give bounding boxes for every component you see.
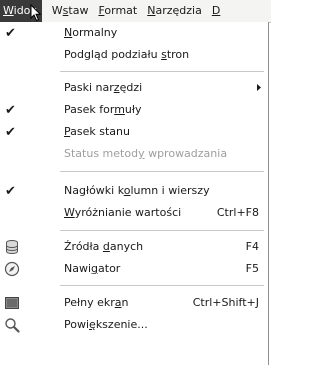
menu-format-label: ormat	[104, 4, 138, 17]
shortcut-label: Ctrl+Shift+J	[192, 296, 259, 309]
menu-item-pasek-formuly[interactable]: ✔ Pasek formuły	[0, 99, 268, 121]
menu-item-status-metody-wprowadzania: Status metody wprowadzania	[0, 143, 268, 165]
menu-dane-mnemonic: D	[211, 4, 221, 17]
menu-item-paski-narzedzi[interactable]: Paski narzędzi	[0, 77, 268, 99]
menu-narzedzia[interactable]: Narzędzia	[142, 0, 207, 22]
check-icon: ✔	[5, 125, 16, 140]
submenu-arrow-icon	[257, 84, 261, 91]
menu-item-pelny-ekran[interactable]: Pełny ekran Ctrl+Shift+J	[0, 292, 268, 314]
check-icon: ✔	[5, 26, 16, 41]
shortcut-label: F4	[245, 240, 259, 253]
menu-wstaw-label-pre: W	[51, 4, 63, 17]
menu-item-pelny-ekran-label: Pełny ekran	[64, 296, 129, 309]
menu-item-powiekszenie[interactable]: Powiększenie...	[0, 314, 268, 336]
menu-item-pasek-formuly-label: Pasek formuły	[64, 103, 142, 116]
fullscreen-icon	[5, 297, 19, 309]
check-icon: ✔	[5, 184, 16, 199]
menu-wstaw-label: taw	[68, 4, 89, 17]
menu-widok-mnemonic: W	[3, 4, 14, 17]
view-menu-dropdown: ✔ Normalny Podgląd podziału stron Paski …	[0, 22, 269, 365]
menu-item-wyroznianie-label: Wyróżnianie wartości	[64, 206, 182, 219]
shortcut-label: Ctrl+F8	[216, 206, 259, 219]
menu-separator	[60, 285, 264, 286]
menu-item-zrodla-danych[interactable]: Źródła danych F4	[0, 236, 268, 258]
menu-item-naglowki-label: Nagłówki kolumn i wierszy	[64, 184, 210, 197]
menu-wstaw[interactable]: Wstaw	[47, 0, 94, 22]
menu-format[interactable]: Format	[93, 0, 142, 22]
compass-icon	[4, 261, 20, 277]
menu-item-naglowki-kolumn-i-wierszy[interactable]: ✔ Nagłówki kolumn i wierszy	[0, 180, 268, 202]
menu-item-podglad-podzialu-stron[interactable]: Podgląd podziału stron	[0, 44, 268, 66]
menu-narzedzia-label: arzędzia	[155, 4, 202, 17]
menu-item-podglad-label: Podgląd podziału stron	[64, 48, 190, 61]
menu-separator	[60, 71, 264, 72]
menu-item-powiekszenie-label: Powiększenie...	[64, 318, 148, 331]
menu-dane[interactable]: D	[207, 0, 225, 22]
menu-item-nawigator-label: Nawigator	[64, 262, 121, 275]
magnifier-icon	[5, 318, 20, 333]
menu-item-pasek-stanu[interactable]: ✔ Pasek stanu	[0, 121, 268, 143]
menu-item-zrodla-label: Źródła danych	[64, 240, 144, 253]
check-icon: ✔	[5, 103, 16, 118]
menu-item-normalny[interactable]: ✔ Normalny	[0, 22, 268, 44]
menu-item-paski-label: Paski narzędzi	[64, 81, 143, 94]
mouse-pointer-icon	[30, 4, 42, 22]
database-icon	[6, 240, 18, 254]
menu-item-normalny-label: Normalny	[64, 26, 118, 39]
menu-item-status-label: Status metody wprowadzania	[64, 147, 228, 160]
shortcut-label: F5	[245, 262, 259, 275]
menu-item-nawigator[interactable]: Nawigator F5	[0, 258, 268, 280]
menu-separator	[60, 230, 264, 231]
menu-item-wyroznianie-wartosci[interactable]: Wyróżnianie wartości Ctrl+F8	[0, 202, 268, 224]
menu-item-pasek-stanu-label: Pasek stanu	[64, 125, 130, 138]
menu-separator	[60, 171, 264, 172]
